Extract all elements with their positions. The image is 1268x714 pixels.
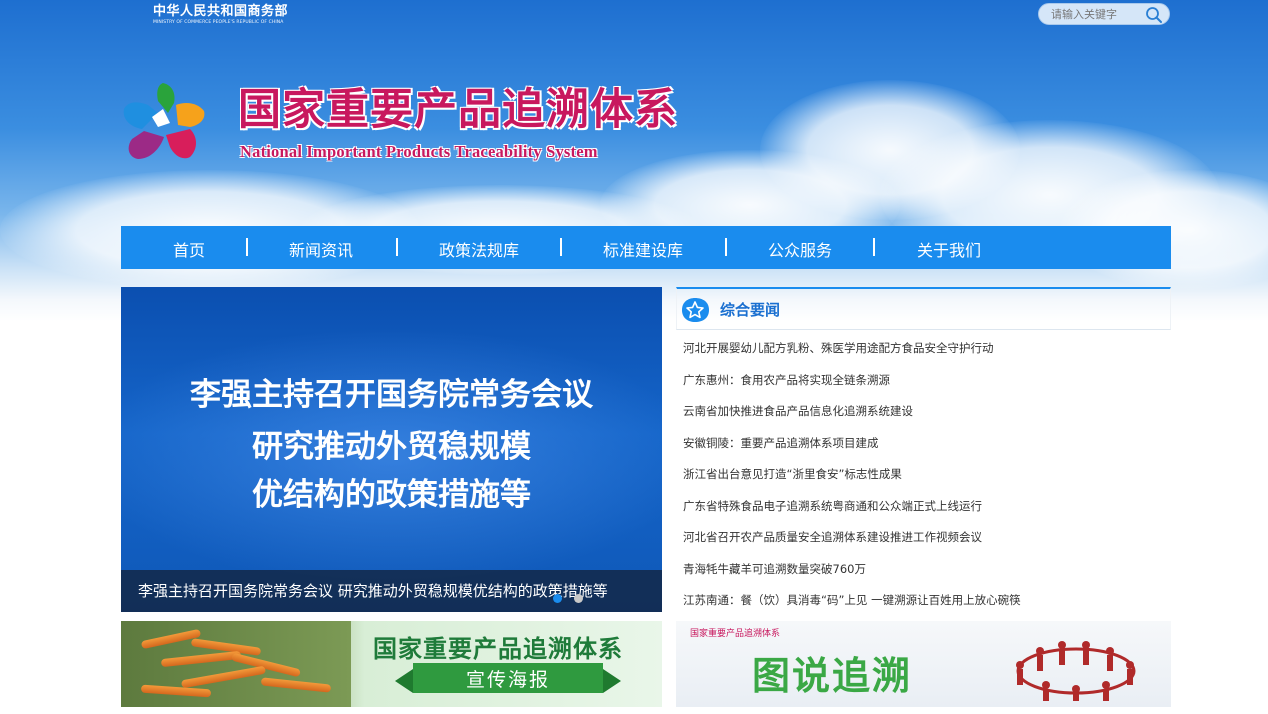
carrot-shape xyxy=(160,650,242,668)
news-star-icon xyxy=(682,298,709,322)
news-slider[interactable]: 李强主持召开国务院常务会议 研究推动外贸稳规模 优结构的政策措施等 李强主持召开… xyxy=(121,287,662,612)
search-icon[interactable] xyxy=(1145,6,1163,24)
nav-item-home[interactable]: 首页 xyxy=(173,237,205,261)
people-circle-illustration xyxy=(1016,641,1136,701)
traceability-star-logo xyxy=(123,83,205,159)
slide-headline-line: 李强主持召开国务院常务会议 xyxy=(190,377,593,413)
search-box[interactable] xyxy=(1038,3,1170,25)
nav-item-standards[interactable]: 标准建设库 xyxy=(603,237,683,261)
carrot-shape xyxy=(260,677,332,693)
nav-separator xyxy=(246,238,248,256)
news-item[interactable]: 广东惠州：食用农产品将实现全链条溯源 xyxy=(683,372,1021,404)
news-item[interactable]: 浙江省出台意见打造“浙里食安”标志性成果 xyxy=(683,466,1021,498)
infographic-banner[interactable]: 国家重要产品追溯体系 图说追溯 xyxy=(676,621,1171,707)
ministry-logo[interactable]: 中华人民共和国商务部 MINISTRY OF COMMERCE PEOPLE'S… xyxy=(153,4,288,26)
nav-separator xyxy=(725,238,727,256)
nav-item-about[interactable]: 关于我们 xyxy=(917,237,981,261)
news-panel-title: 综合要闻 xyxy=(720,301,781,319)
news-panel: 综合要闻 河北开展婴幼儿配方乳粉、殊医学用途配方食品安全守护行动 广东惠州：食用… xyxy=(676,287,1171,622)
news-item[interactable]: 云南省加快推进食品产品信息化追溯系统建设 xyxy=(683,403,1021,435)
slider-dot[interactable] xyxy=(553,594,562,603)
site-title-cn: 国家重要产品追溯体系 xyxy=(238,85,678,135)
site-title-en: National Important Products Traceability… xyxy=(240,142,598,161)
slider-dot[interactable] xyxy=(574,594,583,603)
poster-banner-title: 国家重要产品追溯体系 xyxy=(373,635,623,663)
nav-separator xyxy=(396,238,398,256)
carrot-shape xyxy=(140,684,212,698)
nav-separator xyxy=(560,238,562,256)
slide-caption[interactable]: 李强主持召开国务院常务会议 研究推动外贸稳规模优结构的政策措施等 xyxy=(121,570,662,612)
slide-headline-line: 优结构的政策措施等 xyxy=(252,477,531,513)
vegetable-crate-image xyxy=(121,621,351,707)
news-item[interactable]: 江苏南通：餐（饮）具消毒“码”上见 一键溯源让百姓用上放心碗筷 xyxy=(683,592,1021,624)
poster-banner[interactable]: 国家重要产品追溯体系 宣传海报 xyxy=(121,621,662,707)
nav-item-policy[interactable]: 政策法规库 xyxy=(439,237,519,261)
news-item[interactable]: 青海牦牛藏羊可追溯数量突破760万 xyxy=(683,561,1021,593)
news-item[interactable]: 河北开展婴幼儿配方乳粉、殊医学用途配方食品安全守护行动 xyxy=(683,340,1021,372)
news-item[interactable]: 安徽铜陵：重要产品追溯体系项目建成 xyxy=(683,435,1021,467)
poster-banner-subtitle: 宣传海报 xyxy=(465,669,550,691)
news-list: 河北开展婴幼儿配方乳粉、殊医学用途配方食品安全守护行动 广东惠州：食用农产品将实… xyxy=(683,340,1021,624)
nav-separator xyxy=(873,238,875,256)
nav-item-public-service[interactable]: 公众服务 xyxy=(768,237,832,261)
nav-item-news[interactable]: 新闻资讯 xyxy=(289,237,353,261)
infographic-small-label: 国家重要产品追溯体系 xyxy=(690,629,781,639)
news-item[interactable]: 广东省特殊食品电子追溯系统粤商通和公众端正式上线运行 xyxy=(683,498,1021,530)
carrot-shape xyxy=(180,665,267,689)
main-nav: 首页 新闻资讯 政策法规库 标准建设库 公众服务 关于我们 xyxy=(121,226,1171,269)
infographic-title: 图说追溯 xyxy=(752,654,913,698)
poster-ribbon: 宣传海报 xyxy=(395,663,621,693)
search-input[interactable] xyxy=(1051,6,1145,22)
news-item[interactable]: 河北省召开农产品质量安全追溯体系建设推进工作视频会议 xyxy=(683,529,1021,561)
ministry-name-en: MINISTRY OF COMMERCE PEOPLE'S REPUBLIC O… xyxy=(153,20,284,25)
slide-headline-line: 研究推动外贸稳规模 xyxy=(252,429,531,465)
news-panel-header: 综合要闻 xyxy=(676,287,1171,330)
ministry-name-cn: 中华人民共和国商务部 xyxy=(153,4,289,19)
